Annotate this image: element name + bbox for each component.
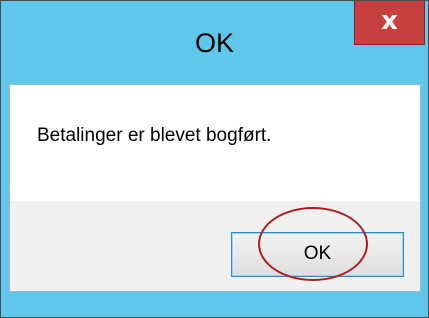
button-area: OK [10,201,420,291]
ok-button[interactable]: OK [231,232,404,277]
message-dialog: OK x Betalinger er blevet bogført. OK [0,0,429,318]
dialog-content: Betalinger er blevet bogført. OK [9,84,421,292]
close-button[interactable]: x [354,1,425,45]
message-text: Betalinger er blevet bogført. [37,125,272,146]
close-icon: x [381,6,398,36]
